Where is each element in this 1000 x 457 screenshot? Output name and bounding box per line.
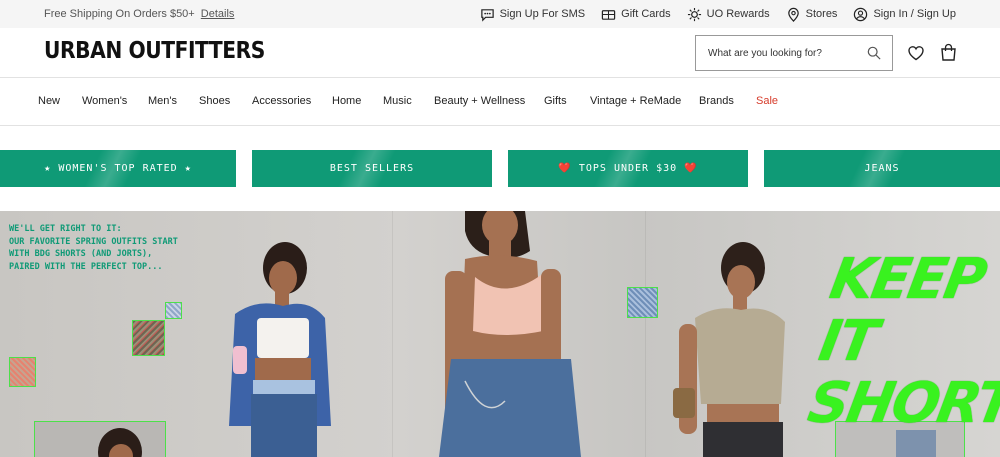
category-label: ❤️ TOPS UNDER $30 ❤️: [558, 163, 698, 174]
pixel-square: [132, 320, 165, 356]
utility-bar: Free Shipping On Orders $50+ Details Sig…: [0, 0, 1000, 28]
nav-item-womens[interactable]: Women's: [82, 95, 127, 107]
hero-headline: KEEP IT SHORT: [803, 247, 1000, 436]
model-photo-right: [673, 242, 785, 457]
nav-item-accessories[interactable]: Accessories: [252, 95, 311, 107]
gift-cards-label: Gift Cards: [621, 8, 671, 20]
search-icon[interactable]: [867, 46, 881, 60]
user-icon: [854, 7, 868, 21]
sms-signup-label: Sign Up For SMS: [499, 8, 586, 20]
pixel-square: [165, 302, 182, 319]
stores-link[interactable]: Stores: [786, 7, 838, 22]
sign-in-link[interactable]: Sign In / Sign Up: [853, 7, 956, 22]
nav-item-mens[interactable]: Men's: [148, 95, 177, 107]
stores-label: Stores: [805, 8, 838, 20]
category-label: JEANS: [864, 163, 900, 174]
chat-icon: [480, 8, 494, 22]
model-photo-left: [229, 242, 331, 457]
category-label: BEST SELLERS: [329, 163, 415, 174]
rewards-icon: [687, 7, 701, 21]
model-photo-center: [439, 211, 581, 457]
search-input[interactable]: [696, 36, 856, 70]
pixel-square: [627, 287, 658, 318]
category-jeans-button[interactable]: JEANS: [764, 150, 1000, 187]
site-header: URBAN OUTFITTERS: [0, 28, 1000, 78]
shopping-bag-icon[interactable]: [940, 43, 957, 61]
sms-signup-link[interactable]: Sign Up For SMS: [480, 7, 586, 22]
panel-divider: [392, 211, 393, 457]
uo-rewards-label: UO Rewards: [706, 8, 770, 20]
nav-item-vintage-remade[interactable]: Vintage + ReMade: [590, 95, 681, 107]
utility-links: Sign Up For SMS Gift Cards UO Rewards St…: [480, 0, 956, 28]
heart-icon[interactable]: [907, 44, 925, 62]
sign-in-label: Sign In / Sign Up: [873, 8, 956, 20]
location-pin-icon: [787, 7, 799, 22]
nav-item-home[interactable]: Home: [332, 95, 361, 107]
category-label: ★ WOMEN'S TOP RATED ★: [44, 163, 192, 174]
gift-cards-link[interactable]: Gift Cards: [601, 7, 671, 22]
hero-copy: WE'LL GET RIGHT TO IT: OUR FAVORITE SPRI…: [9, 224, 178, 272]
brand-logo[interactable]: URBAN OUTFITTERS: [44, 38, 265, 64]
panel-divider: [645, 211, 646, 457]
gift-card-icon: [601, 9, 616, 20]
photo-frame: [34, 421, 166, 457]
nav-item-music[interactable]: Music: [383, 95, 412, 107]
nav-item-gifts[interactable]: Gifts: [544, 95, 567, 107]
nav-item-shoes[interactable]: Shoes: [199, 95, 230, 107]
pixel-square: [9, 357, 36, 387]
hero-banner[interactable]: WE'LL GET RIGHT TO IT: OUR FAVORITE SPRI…: [0, 211, 1000, 457]
category-tops-under-30-button[interactable]: ❤️ TOPS UNDER $30 ❤️: [508, 150, 748, 187]
shipping-promo: Free Shipping On Orders $50+ Details: [44, 0, 234, 28]
category-best-sellers-button[interactable]: BEST SELLERS: [252, 150, 492, 187]
promo-details-link[interactable]: Details: [201, 8, 235, 20]
category-womens-top-rated-button[interactable]: ★ WOMEN'S TOP RATED ★: [0, 150, 236, 187]
model-thumbnail-left: [98, 428, 142, 457]
search-box[interactable]: [695, 35, 893, 71]
nav-item-sale[interactable]: Sale: [756, 95, 778, 107]
uo-rewards-link[interactable]: UO Rewards: [687, 7, 770, 22]
nav-item-brands[interactable]: Brands: [699, 95, 734, 107]
nav-item-new[interactable]: New: [38, 95, 60, 107]
main-nav: New Women's Men's Shoes Accessories Home…: [0, 78, 1000, 126]
nav-item-beauty-wellness[interactable]: Beauty + Wellness: [434, 95, 525, 107]
promo-text: Free Shipping On Orders $50+: [44, 8, 195, 20]
